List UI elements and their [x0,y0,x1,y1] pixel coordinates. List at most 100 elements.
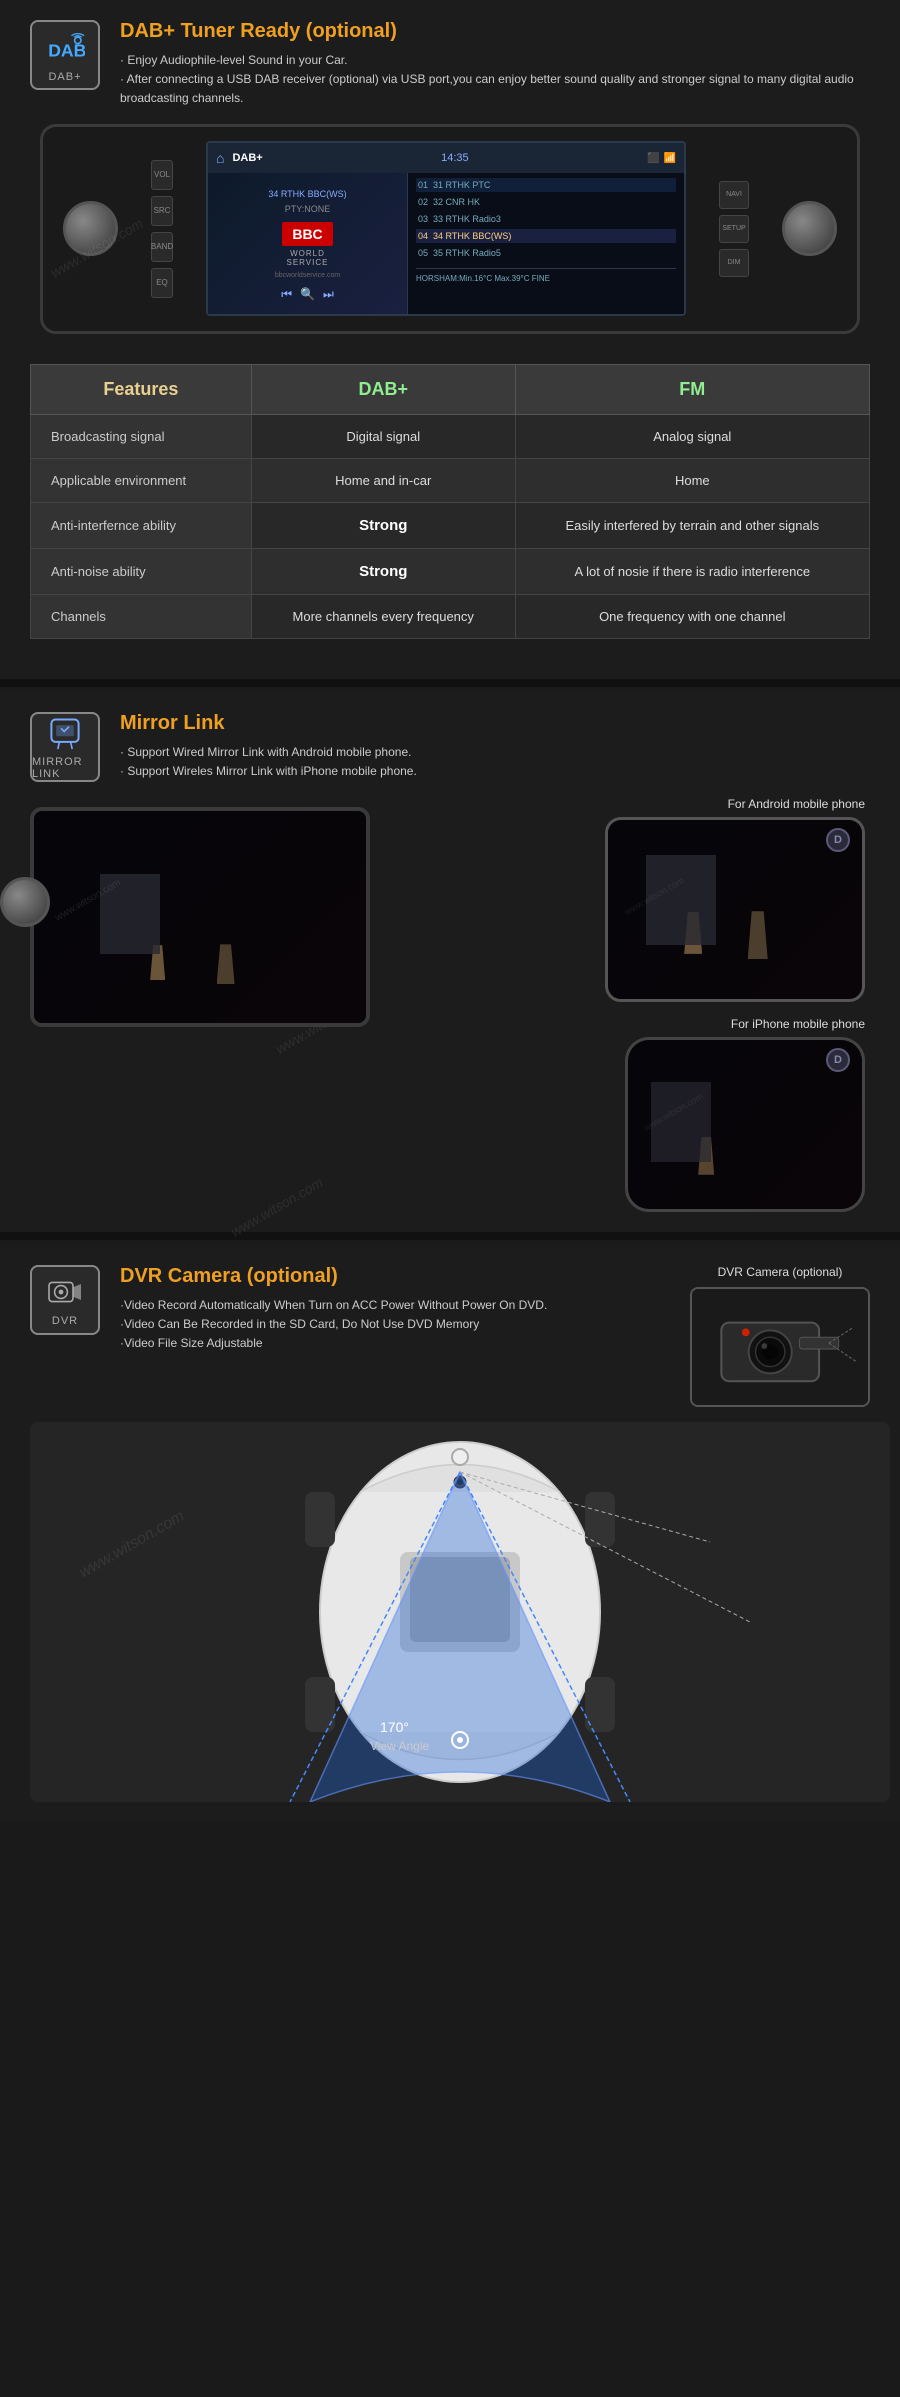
src-button[interactable]: SRC [151,196,173,226]
comparison-table-container: Features DAB+ FM Broadcasting signal Dig… [30,349,870,654]
dvr-camera-image [690,1287,870,1407]
row4-feature: Anti-noise ability [31,548,252,594]
eq-btn-mirror[interactable]: EQ [30,924,32,949]
channel-item-1[interactable]: 01 31 RTHK PTC [416,178,676,192]
car-left-knob[interactable] [63,201,118,256]
android-game-figure-2 [748,911,768,959]
iphone-frame: D www.witson.com [625,1037,865,1212]
next-icon[interactable]: ⏭ [323,287,334,302]
bbc-world: WORLDSERVICE [287,249,329,267]
vol-btn-mirror[interactable]: VOL [30,826,32,856]
dab-feature-text: DAB+ Tuner Ready (optional) · Enjoy Audi… [120,20,870,109]
car-knob-left-mirror[interactable] [0,877,50,927]
eq-button[interactable]: EQ [151,268,173,298]
header-dab: DAB+ [251,364,515,414]
screen-status-icons: ⬛ 📶 [647,153,676,164]
table-header-row: Features DAB+ FM [31,364,870,414]
screen-source: DAB+ [232,152,262,164]
screen-time: 14:35 [441,152,469,164]
comparison-tbody: Broadcasting signal Digital signal Analo… [31,414,870,638]
car-top-view: www.witson.com [30,1422,890,1802]
row2-fm: Home [515,458,869,502]
svg-text:170°: 170° [380,1719,409,1735]
dvr-desc1: ·Video Record Automatically When Turn on… [120,1296,547,1315]
mirror-desc2: · Support Wireles Mirror Link with iPhon… [120,762,417,781]
dvr-camera-block: DVR Camera (optional) [690,1265,870,1407]
dvr-icon-svg [45,1272,85,1312]
iphone-d-badge: D [826,1048,850,1072]
dab-header: DAB DAB+ DAB+ Tuner Ready (optional) · E… [30,20,870,109]
header-features: Features [31,364,252,414]
mirror-title: Mirror Link [120,712,417,735]
usb-icon: ⬛ [647,153,659,164]
iphone-label: For iPhone mobile phone [625,1017,865,1031]
dvr-title: DVR Camera (optional) [120,1265,547,1288]
dim-button[interactable]: DIM [719,249,749,277]
screen-topbar: ⌂ DAB+ 14:35 ⬛ 📶 [208,143,684,173]
dvr-desc3: ·Video File Size Adjustable [120,1334,547,1353]
channel-item-2[interactable]: 02 32 CNR HK [416,195,676,209]
channel-item-3[interactable]: 03 33 RTHK Radio3 [416,212,676,226]
phones-area: For Android mobile phone D www.witson.co… [390,797,880,1212]
car-screen-game: www.witson.com [34,811,366,1023]
iphone-screen: D www.witson.com [628,1040,862,1209]
band-button[interactable]: BAND [151,232,173,262]
prev-icon[interactable]: ⏮ [281,287,292,302]
car-top-view-svg: 170° View Angle [30,1422,890,1802]
car-unit-container: VOL SRC BAND EQ ⌂ DAB+ 14:35 ⬛ 📶 [30,124,870,334]
iphone-block: For iPhone mobile phone D www.witson.com [625,1017,865,1212]
row4-fm: A lot of nosie if there is radio interfe… [515,548,869,594]
android-phone-screen: D www.witson.com [608,820,862,999]
game-figure-2 [217,944,235,984]
section-divider-2 [0,1232,900,1240]
dvr-header-left: DVR DVR Camera (optional) ·Video Record … [30,1265,547,1354]
bbc-logo: BBC [282,222,332,246]
row3-fm: Easily interfered by terrain and other s… [515,502,869,548]
pty-display: PTY:NONE [285,204,331,214]
header-fm: FM [515,364,869,414]
setup-button[interactable]: SETUP [719,215,749,243]
mirror-icon-label: MIRROR LINK [32,756,98,780]
dab-desc1: · Enjoy Audiophile-level Sound in your C… [120,51,870,70]
mirror-section: www.witson.com www.witson.com MIRROR LIN… [0,692,900,1232]
mirror-main-content: www.witson.com VOL SRC BAND EQ For Andro… [30,797,880,1212]
dab-icon-box: DAB DAB+ [30,20,100,90]
dvr-camera-svg [692,1287,868,1407]
dab-title: DAB+ Tuner Ready (optional) [120,20,870,43]
comparison-table: Features DAB+ FM Broadcasting signal Dig… [30,364,870,639]
svg-text:View Angle: View Angle [370,1739,429,1753]
row1-fm: Analog signal [515,414,869,458]
mirror-desc1: · Support Wired Mirror Link with Android… [120,743,417,762]
search-icon[interactable]: 🔍 [300,287,315,302]
android-phone-frame: D www.witson.com [605,817,865,1002]
playback-controls[interactable]: ⏮ 🔍 ⏭ [281,287,334,302]
car-unit-mirror-wrapper: www.witson.com VOL SRC BAND EQ [30,797,390,1212]
car-side-controls-right: NAVI SETUP DIM [719,181,749,277]
row5-feature: Channels [31,594,252,638]
table-row: Applicable environment Home and in-car H… [31,458,870,502]
android-d-badge: D [826,828,850,852]
section-divider-1 [0,679,900,687]
dab-icon-svg: DAB [45,28,85,68]
table-row: Channels More channels every frequency O… [31,594,870,638]
car-right-knob[interactable] [782,201,837,256]
android-phone-block: For Android mobile phone D www.witson.co… [605,797,865,1002]
row1-dab: Digital signal [251,414,515,458]
dvr-icon-box: DVR [30,1265,100,1335]
channel-item-5[interactable]: 05 35 RTHK Radio5 [416,246,676,260]
channel-item-4-active[interactable]: 04 34 RTHK BBC(WS) [416,229,676,243]
android-phone-label: For Android mobile phone [605,797,865,811]
car-unit: VOL SRC BAND EQ ⌂ DAB+ 14:35 ⬛ 📶 [40,124,860,334]
screen-nav-icons: ⌂ DAB+ [216,150,263,166]
weather-display: HORSHAM:Min.16°C Max.39°C FINE [416,268,676,283]
car-side-controls-left: VOL SRC BAND EQ [151,160,173,298]
bbc-website: bbcworldservice.com [275,272,340,279]
dvr-camera-label: DVR Camera (optional) [718,1265,843,1279]
dvr-icon-label: DVR [52,1315,78,1327]
screen-content: 34 RTHK BBC(WS) PTY:NONE BBC WORLDSERVIC… [208,173,684,316]
vol-button[interactable]: VOL [151,160,173,190]
navi-button[interactable]: NAVI [719,181,749,209]
dvr-text: DVR Camera (optional) ·Video Record Auto… [120,1265,547,1354]
home-icon[interactable]: ⌂ [216,150,224,166]
station-name: 34 RTHK BBC(WS) [268,189,346,199]
